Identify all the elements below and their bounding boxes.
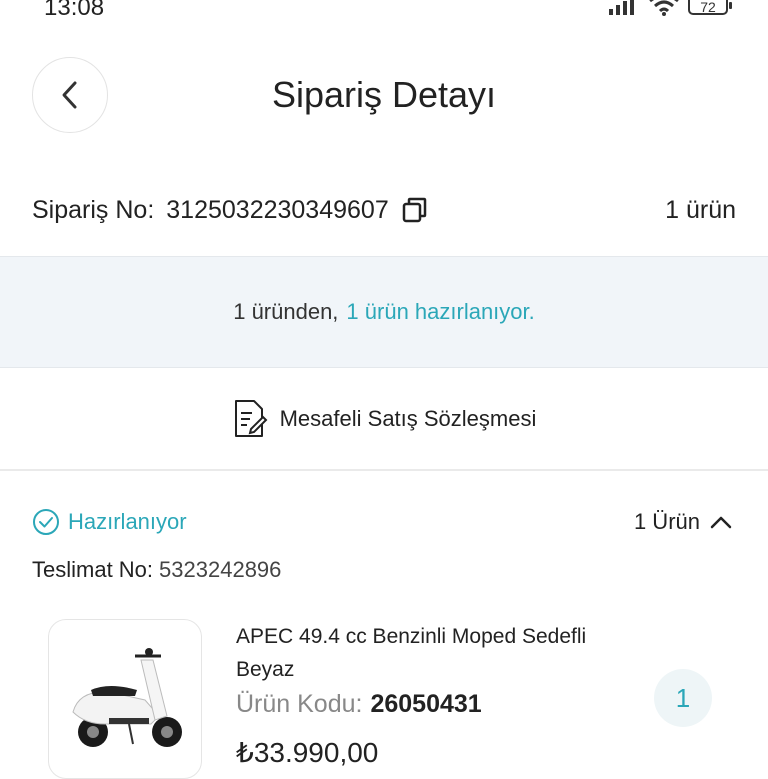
order-row: Sipariş No: 3125032230349607 1 ürün	[32, 190, 736, 230]
product-code-label: Ürün Kodu:	[236, 690, 363, 718]
status-time: 13:08	[44, 0, 105, 21]
product-price: ₺33.990,00	[236, 737, 379, 768]
status-icons: 72	[608, 0, 732, 16]
signal-icon	[609, 0, 634, 15]
shipment-status: Hazırlanıyor	[68, 509, 187, 534]
quantity-badge: 1	[654, 669, 712, 727]
order-item-count: 1 ürün	[665, 195, 736, 224]
scooter-image	[72, 648, 182, 747]
contract-label: Mesafeli Satış Sözleşmesi	[279, 406, 537, 431]
chevron-up-icon	[710, 516, 732, 529]
banner-highlight: 1 ürün hazırlanıyor.	[346, 299, 535, 324]
document-edit-icon	[234, 400, 268, 437]
product-image[interactable]	[48, 619, 202, 779]
delivery-row: Teslimat No: 5323242896	[32, 557, 281, 583]
product-name[interactable]: APEC 49.4 cc Benzinli Moped Sedefli Beya…	[236, 620, 616, 686]
order-number-label: Sipariş No:	[32, 195, 155, 224]
status-bar: 13:08 72	[0, 0, 768, 30]
info-banner: 1 üründen, 1 ürün hazırlanıyor.	[0, 256, 768, 368]
check-circle-icon	[33, 509, 59, 535]
delivery-number: 5323242896	[159, 557, 282, 582]
shipment-item-count: 1 Ürün	[633, 509, 700, 534]
copy-icon	[402, 197, 426, 223]
order-number-value: 3125032230349607	[166, 195, 389, 224]
battery-level: 72	[700, 0, 716, 15]
page-title: Sipariş Detayı	[271, 74, 497, 115]
shipment-toggle[interactable]: 1 Ürün	[634, 509, 732, 535]
battery-indicator: 72	[688, 0, 732, 15]
contract-link[interactable]: Mesafeli Satış Sözleşmesi	[0, 369, 768, 471]
product-code: Ürün Kodu: 26050431	[236, 690, 482, 719]
copy-button[interactable]	[401, 196, 429, 224]
banner-text: 1 üründen,	[233, 299, 339, 324]
product-code-value: 26050431	[370, 690, 482, 718]
wifi-icon	[649, 0, 679, 16]
delivery-label: Teslimat No:	[32, 557, 154, 582]
shipment-status-row: Hazırlanıyor 1 Ürün	[32, 505, 732, 539]
